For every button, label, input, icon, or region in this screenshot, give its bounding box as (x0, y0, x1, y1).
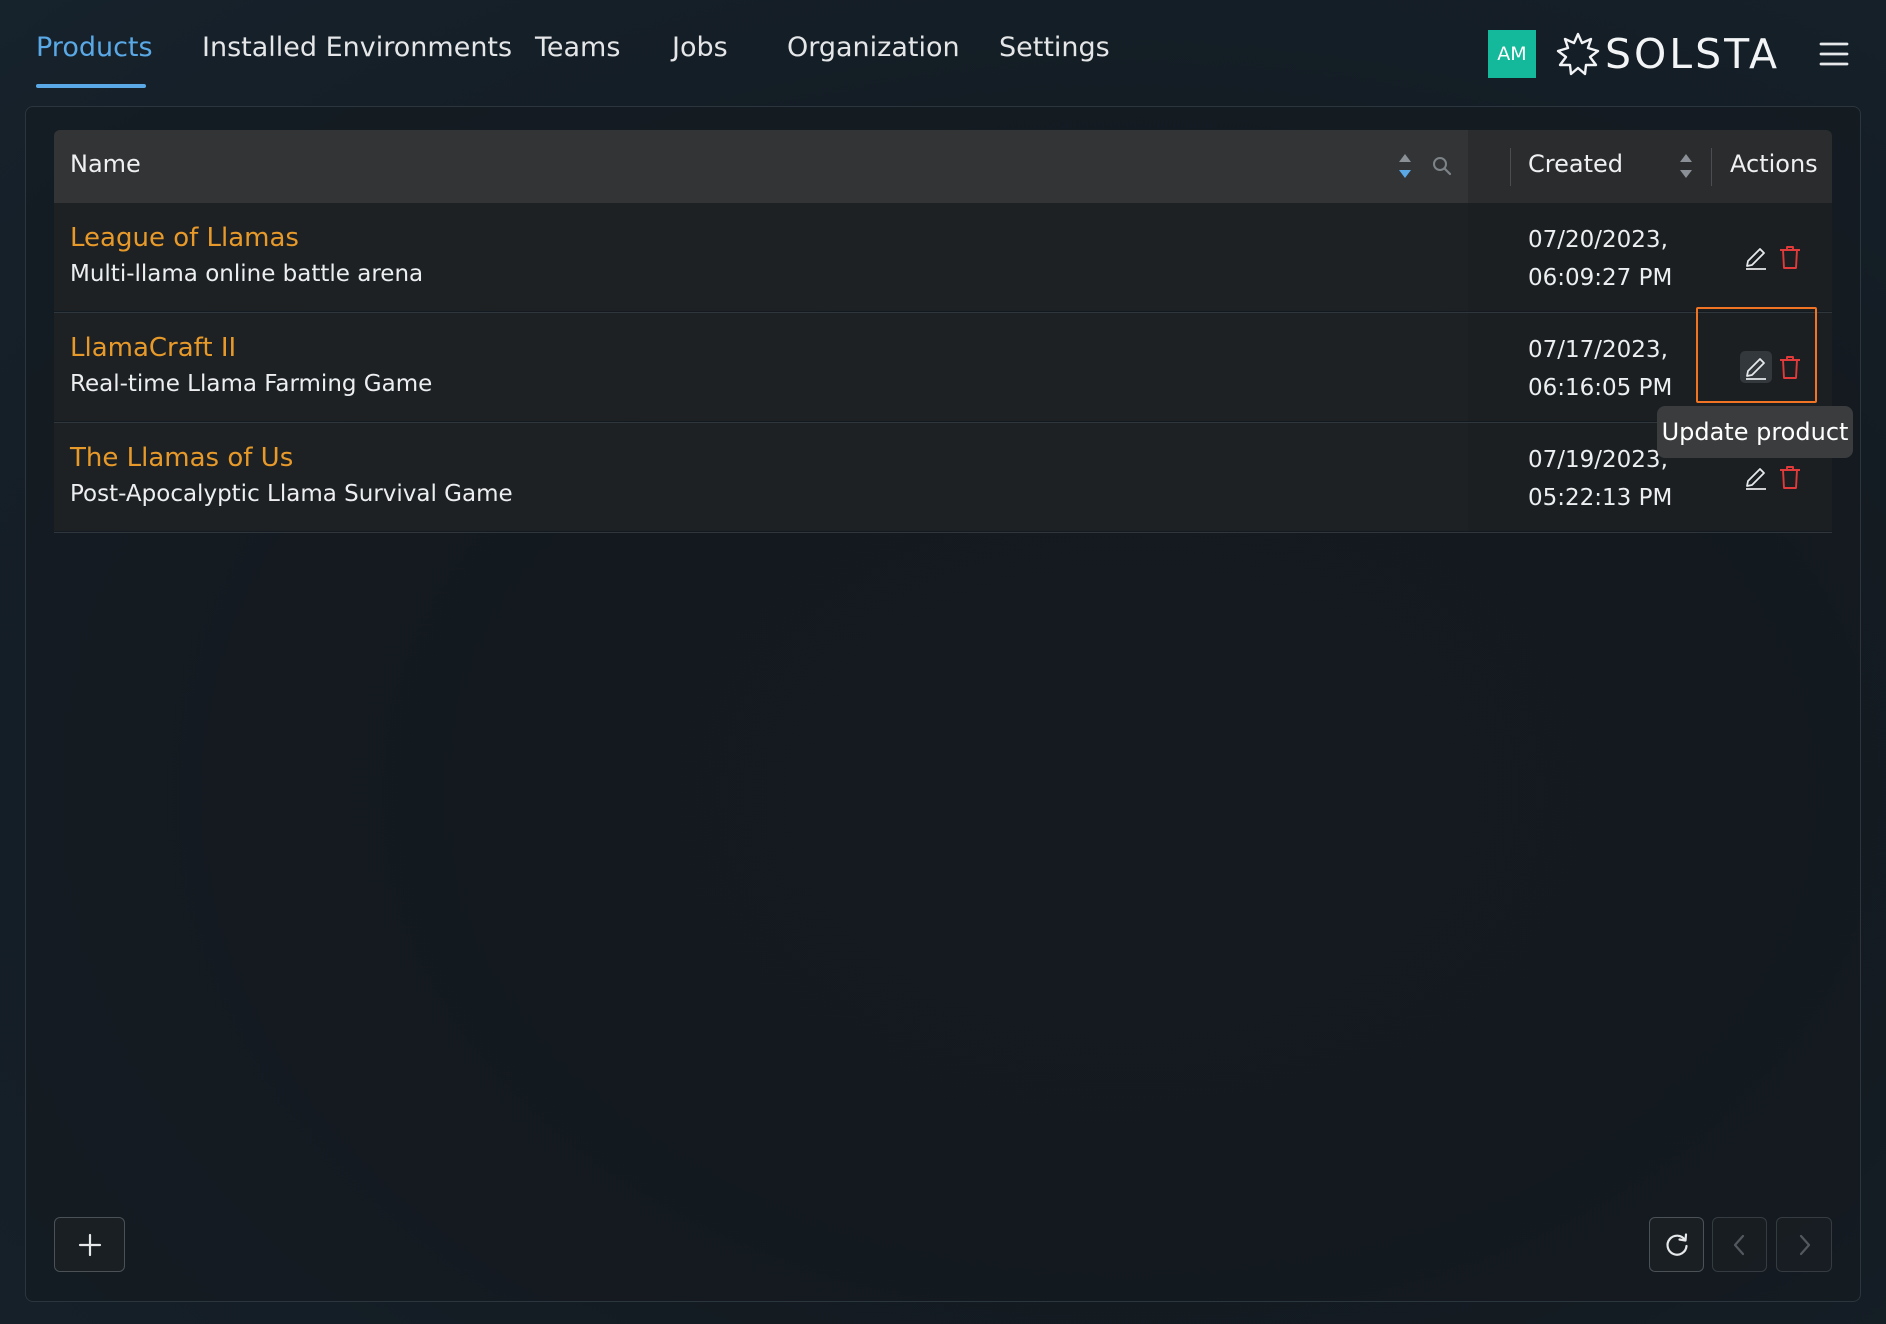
table-row: The Llamas of Us Post-Apocalyptic Llama … (54, 423, 1832, 533)
active-tab-underline (36, 84, 146, 88)
delete-product-button[interactable] (1776, 461, 1804, 493)
chevron-left-icon (1733, 1234, 1744, 1255)
tab-installed-environments[interactable]: Installed Environments (202, 32, 512, 72)
trash-icon (1780, 356, 1800, 379)
edit-product-button[interactable] (1740, 351, 1772, 383)
refresh-icon (1665, 1232, 1688, 1256)
table-row: League of Llamas Multi-llama online batt… (54, 203, 1832, 313)
column-separator (1510, 148, 1511, 186)
tab-jobs[interactable]: Jobs (672, 32, 728, 72)
tab-teams[interactable]: Teams (535, 32, 620, 72)
product-title-link[interactable]: The Llamas of Us (70, 443, 293, 473)
add-product-button[interactable] (54, 1217, 125, 1272)
user-avatar[interactable]: AM (1488, 30, 1536, 78)
created-timestamp: 07/17/2023, 06:16:05 PM (1528, 337, 1673, 401)
sort-created-icon[interactable] (1678, 152, 1694, 180)
edit-product-button[interactable] (1740, 241, 1772, 273)
created-timestamp: 07/20/2023, 06:09:27 PM (1528, 227, 1673, 291)
delete-product-button[interactable] (1776, 241, 1804, 273)
hamburger-menu-icon[interactable] (1818, 38, 1850, 70)
column-header-actions: Actions (1730, 150, 1818, 178)
tab-products[interactable]: Products (36, 32, 153, 72)
trash-icon (1780, 246, 1800, 269)
product-title-link[interactable]: LlamaCraft II (70, 333, 236, 363)
next-page-button[interactable] (1776, 1217, 1832, 1272)
previous-page-button[interactable] (1712, 1217, 1767, 1272)
trash-icon (1780, 466, 1800, 489)
search-icon[interactable] (1431, 155, 1453, 177)
column-separator (1711, 148, 1712, 186)
product-description: Multi-llama online battle arena (70, 261, 424, 287)
sort-name-icon[interactable] (1397, 152, 1413, 180)
logo-text: SOLSTA (1605, 30, 1781, 78)
refresh-button[interactable] (1649, 1217, 1704, 1272)
product-title-link[interactable]: League of Llamas (70, 223, 299, 253)
solsta-logo: SOLSTA (1555, 28, 1800, 80)
created-timestamp: 07/19/2023, 05:22:13 PM (1528, 447, 1673, 511)
plus-icon (78, 1233, 101, 1256)
column-header-created[interactable]: Created (1528, 150, 1623, 178)
chevron-right-icon (1799, 1234, 1811, 1255)
top-navigation: Products Installed Environments Teams Jo… (0, 0, 1886, 106)
update-product-tooltip: Update product (1657, 406, 1853, 458)
tab-settings[interactable]: Settings (999, 32, 1110, 72)
column-header-name[interactable]: Name (70, 150, 141, 178)
table-header: Name Created Actions (54, 130, 1832, 203)
sun-logo-icon (1556, 32, 1600, 76)
delete-product-button[interactable] (1776, 351, 1804, 383)
table-row: LlamaCraft II Real-time Llama Farming Ga… (54, 313, 1832, 423)
tab-organization[interactable]: Organization (787, 32, 960, 72)
product-description: Post-Apocalyptic Llama Survival Game (70, 481, 513, 507)
pencil-icon (1746, 468, 1766, 490)
pencil-icon (1746, 248, 1766, 270)
edit-product-button[interactable] (1740, 461, 1772, 493)
pencil-icon (1746, 358, 1766, 380)
product-description: Real-time Llama Farming Game (70, 371, 433, 397)
